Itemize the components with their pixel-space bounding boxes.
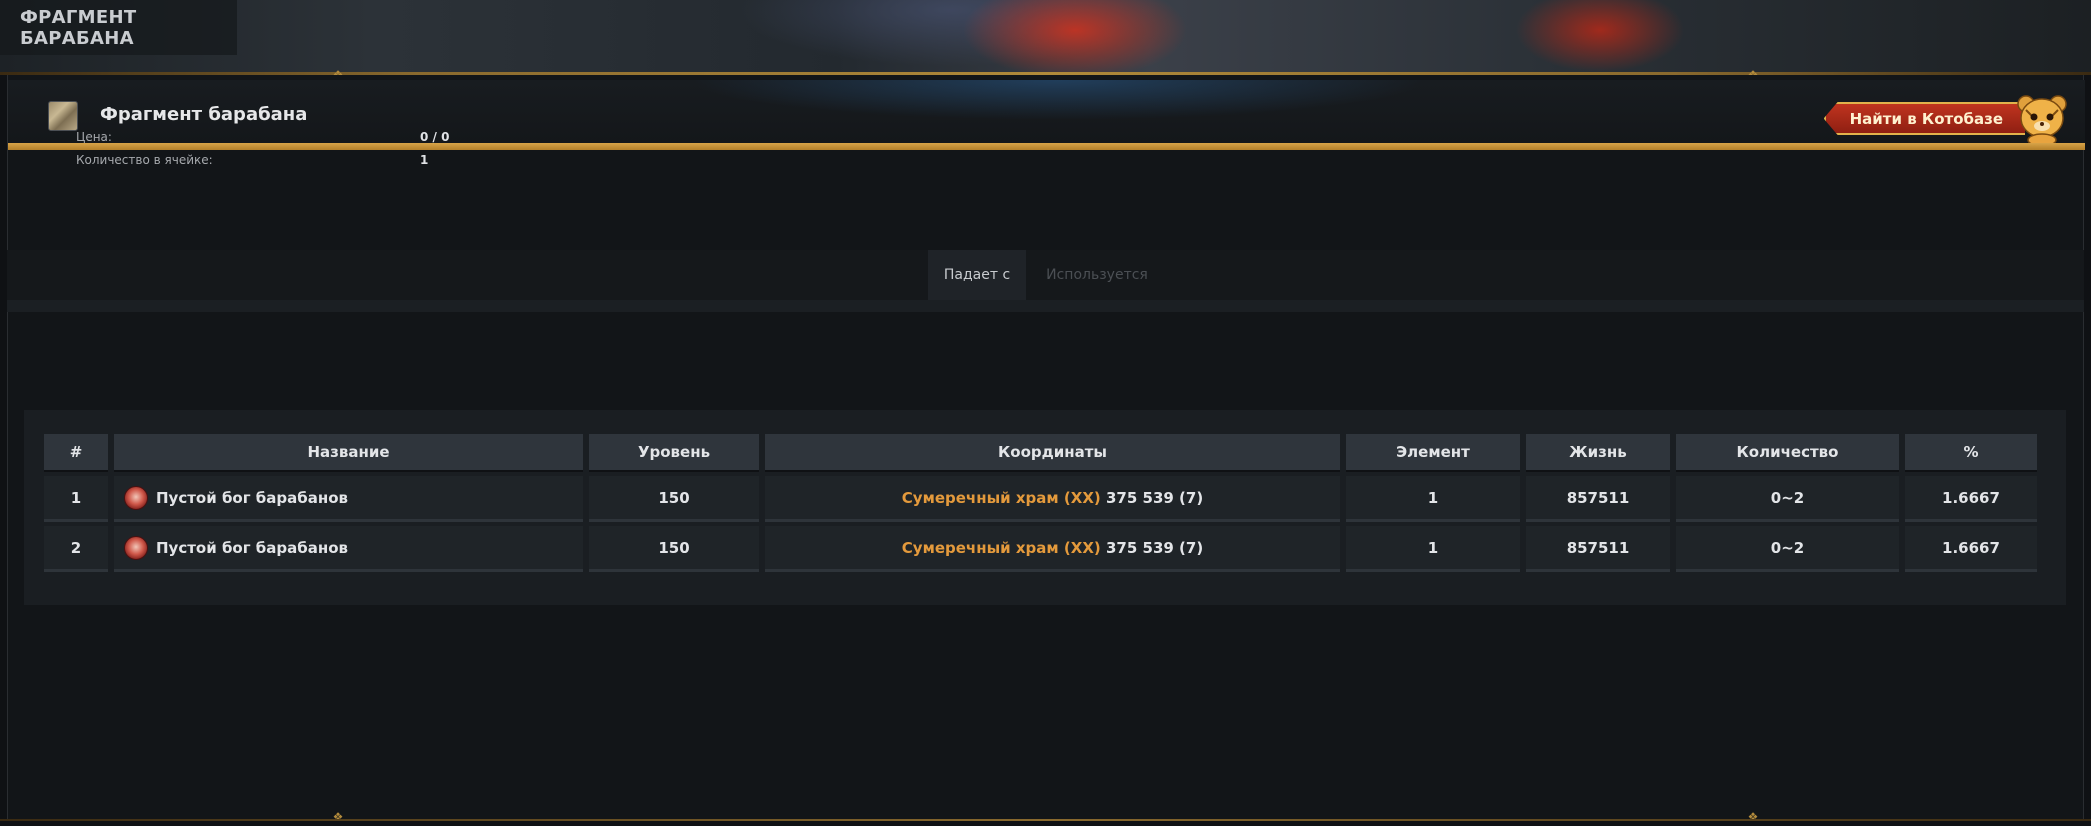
property-value: 0 / 0 [420, 129, 450, 144]
hp-cell: 857511 [1526, 526, 1670, 572]
banner-title-box: ФРАГМЕНТ БАРАБАНА [0, 0, 237, 55]
column-header[interactable]: # [44, 434, 108, 472]
level-cell: 150 [589, 476, 759, 522]
monster-icon [124, 535, 148, 560]
coordinates-value: 375 539 (7) [1100, 488, 1204, 507]
monster-name: Пустой бог барабанов [156, 488, 349, 507]
location-link[interactable]: Сумеречный храм (XX) [902, 539, 1101, 557]
item-title: Фрагмент барабана [100, 104, 308, 125]
hp-cell: 857511 [1526, 476, 1670, 522]
property-label: Цена: [76, 129, 112, 144]
coordinates-cell: Сумеречный храм (XX) 375 539 (7) [765, 476, 1340, 522]
cat-mascot-icon [2017, 95, 2067, 146]
monster-name-cell[interactable]: Пустой бог барабанов [114, 476, 583, 522]
monster-name-cell[interactable]: Пустой бог барабанов [114, 526, 583, 572]
banner-title: ФРАГМЕНТ БАРАБАНА [20, 6, 137, 49]
column-header[interactable]: % [1905, 434, 2037, 472]
table-row: 1 Пустой бог барабанов 150 Сумеречный хр… [44, 476, 2037, 522]
location-link[interactable]: Сумеречный храм (XX) [902, 489, 1101, 507]
property-value: 1 [420, 152, 429, 167]
percent-cell: 1.6667 [1905, 476, 2037, 522]
tabs-underline [7, 300, 2084, 312]
property-label: Количество в ячейке: [76, 152, 213, 167]
coordinates-value: 375 539 (7) [1100, 538, 1204, 557]
monster-name: Пустой бог барабанов [156, 538, 349, 557]
find-in-catbase-button[interactable]: Найти в Котобазе [1823, 102, 2025, 135]
tab-label: Падает с [943, 267, 1011, 283]
monster-icon [124, 485, 148, 510]
bottom-divider [0, 819, 2091, 821]
coordinates-cell: Сумеречный храм (XX) 375 539 (7) [765, 526, 1340, 572]
tab-drops-from[interactable]: Падает с [928, 250, 1026, 300]
find-button-label: Найти в Котобазе [1849, 109, 2003, 128]
header-glow [688, 80, 1428, 120]
row-number: 2 [44, 526, 108, 572]
percent-cell: 1.6667 [1905, 526, 2037, 572]
element-cell: 1 [1346, 476, 1520, 522]
table-header-row: # Название Уровень Координаты Элемент Жи… [44, 434, 2037, 472]
tab-used-in[interactable]: Используется [1037, 250, 1157, 300]
item-properties: Цена: 0 / 0 Количество в ячейке: 1 [76, 125, 449, 171]
row-number: 1 [44, 476, 108, 522]
level-cell: 150 [589, 526, 759, 572]
column-header[interactable]: Жизнь [1526, 434, 1670, 472]
column-header[interactable]: Количество [1676, 434, 1899, 472]
column-header[interactable]: Элемент [1346, 434, 1520, 472]
item-fragment-icon [48, 101, 78, 131]
tab-label: Используется [1046, 267, 1148, 283]
header-banner [0, 0, 2091, 73]
drops-table-container: # Название Уровень Координаты Элемент Жи… [24, 410, 2066, 605]
property-row: Количество в ячейке: 1 [76, 148, 449, 171]
table-row: 2 Пустой бог барабанов 150 Сумеречный хр… [44, 526, 2037, 572]
column-header[interactable]: Название [114, 434, 583, 472]
column-header[interactable]: Координаты [765, 434, 1340, 472]
drops-table: # Название Уровень Координаты Элемент Жи… [38, 430, 2043, 576]
property-row: Цена: 0 / 0 [76, 125, 449, 148]
quantity-cell: 0~2 [1676, 526, 1899, 572]
element-cell: 1 [1346, 526, 1520, 572]
column-header[interactable]: Уровень [589, 434, 759, 472]
quantity-cell: 0~2 [1676, 476, 1899, 522]
